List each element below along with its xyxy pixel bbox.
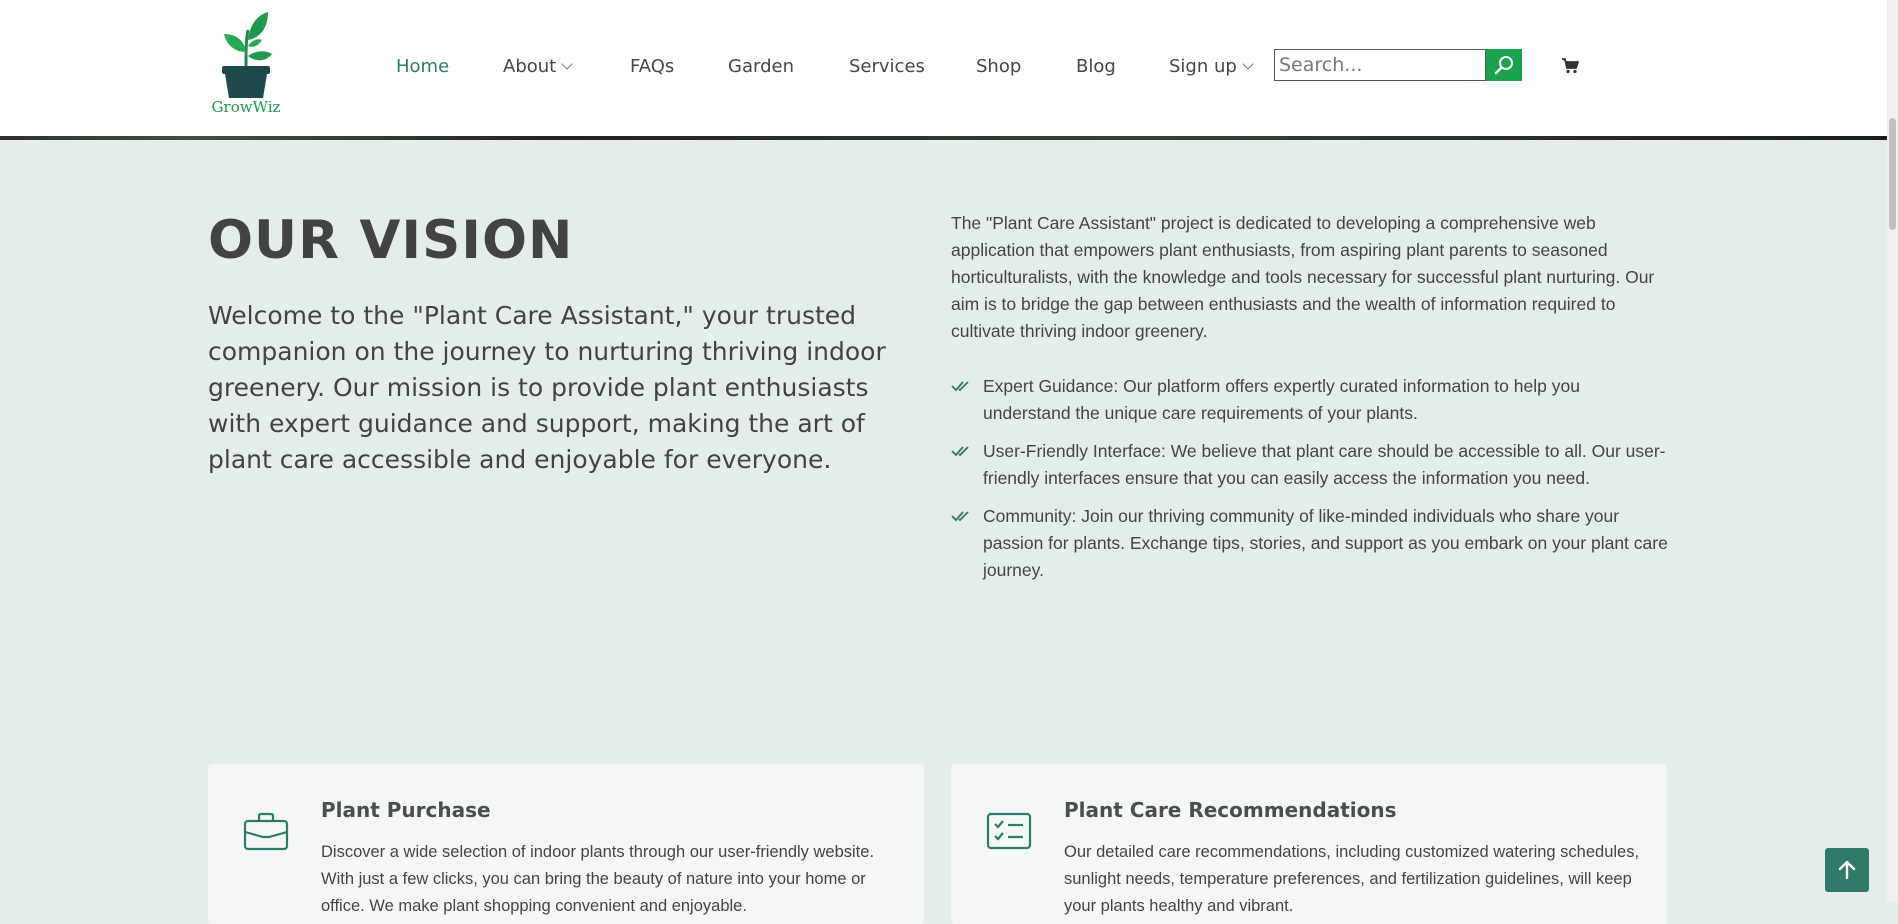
plant-pot-icon xyxy=(222,12,272,98)
nav-shop[interactable]: Shop xyxy=(976,56,1021,77)
back-to-top-button[interactable] xyxy=(1825,848,1869,892)
search-button[interactable] xyxy=(1486,49,1522,81)
nav-signup[interactable]: Sign up xyxy=(1169,56,1254,77)
nav-home[interactable]: Home xyxy=(396,56,449,77)
search-icon xyxy=(1494,56,1513,75)
page-scrollbar[interactable] xyxy=(1887,0,1898,902)
cart-icon[interactable] xyxy=(1561,58,1579,74)
vision-intro: The "Plant Care Assistant" project is de… xyxy=(951,213,1655,341)
card-title: Plant Purchase xyxy=(321,798,491,822)
scrollbar-thumb[interactable] xyxy=(1889,118,1896,230)
chevron-down-icon xyxy=(1242,58,1254,70)
list-item: User-Friendly Interface: We believe that… xyxy=(951,438,1669,492)
list-item: Community: Join our thriving community o… xyxy=(951,503,1669,584)
brand-name: GrowWiz xyxy=(211,98,281,116)
nav-faqs[interactable]: FAQs xyxy=(630,56,674,77)
nav-services[interactable]: Services xyxy=(849,56,925,77)
growwiz-logo[interactable]: GrowWiz xyxy=(208,10,284,120)
point-text: User-Friendly Interface: We believe that… xyxy=(983,441,1666,488)
arrow-up-icon xyxy=(1838,860,1856,880)
search-input[interactable] xyxy=(1274,49,1486,81)
service-card-plant-purchase[interactable]: Plant Purchase Discover a wide selection… xyxy=(208,764,924,924)
list-item: Expert Guidance: Our platform offers exp… xyxy=(951,373,1669,427)
point-text: Expert Guidance: Our platform offers exp… xyxy=(983,376,1580,423)
nav-about[interactable]: About xyxy=(503,56,573,77)
hero-image-edge xyxy=(0,136,1887,140)
vision-points: Expert Guidance: Our platform offers exp… xyxy=(951,373,1669,595)
chevron-down-icon xyxy=(561,58,573,70)
page-title: OUR VISION xyxy=(208,210,574,271)
checklist-icon xyxy=(986,812,1032,850)
point-text: Community: Join our thriving community o… xyxy=(983,506,1668,580)
card-text: Our detailed care recommendations, inclu… xyxy=(1064,843,1640,915)
nav-garden[interactable]: Garden xyxy=(728,56,794,77)
nav-blog[interactable]: Blog xyxy=(1076,56,1116,77)
nav-signup-label: Sign up xyxy=(1169,56,1237,77)
double-check-icon xyxy=(951,511,969,522)
site-header: GrowWiz Home About FAQs Garden Services … xyxy=(0,0,1887,136)
briefcase-icon xyxy=(243,812,289,851)
card-title: Plant Care Recommendations xyxy=(1064,798,1397,822)
nav-about-label: About xyxy=(503,56,557,77)
double-check-icon xyxy=(951,446,969,457)
card-text: Discover a wide selection of indoor plan… xyxy=(321,843,875,915)
service-card-care-recommendations[interactable]: Plant Care Recommendations Our detailed … xyxy=(951,764,1667,924)
double-check-icon xyxy=(951,381,969,392)
vision-lead: Welcome to the "Plant Care Assistant," y… xyxy=(208,301,886,474)
